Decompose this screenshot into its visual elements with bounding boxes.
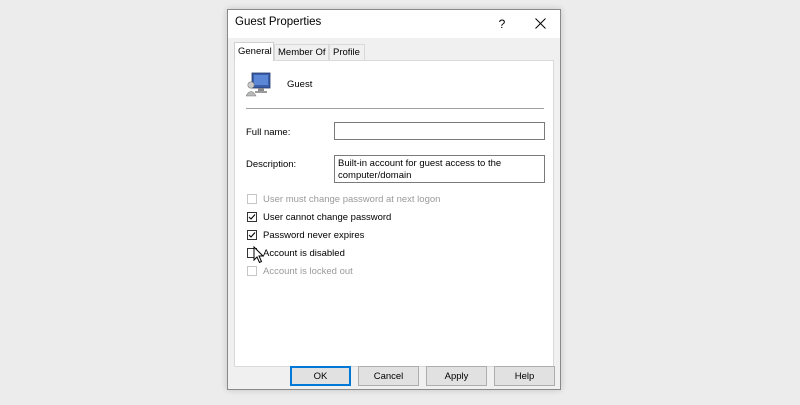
full-name-label: Full name: xyxy=(246,127,291,138)
checkmark-icon xyxy=(248,232,256,238)
guest-properties-dialog: Guest Properties ? General Member Of Pro… xyxy=(227,9,561,390)
password-never-expires-row: Password never expires xyxy=(247,229,364,241)
help-button[interactable]: Help xyxy=(494,366,555,386)
account-locked-out-label: Account is locked out xyxy=(263,265,353,277)
window-title: Guest Properties xyxy=(235,16,322,28)
must-change-password-checkbox[interactable] xyxy=(247,194,257,204)
checkmark-icon xyxy=(248,214,256,220)
ok-button[interactable]: OK xyxy=(290,366,351,386)
password-never-expires-checkbox[interactable] xyxy=(247,230,257,240)
account-locked-out-checkbox[interactable] xyxy=(247,266,257,276)
account-disabled-row: Account is disabled xyxy=(247,247,345,259)
must-change-password-row: User must change password at next logon xyxy=(247,193,440,205)
account-locked-out-row: Account is locked out xyxy=(247,265,353,277)
user-monitor-icon xyxy=(246,72,271,97)
description-input[interactable]: Built-in account for guest access to the… xyxy=(334,155,545,183)
cannot-change-password-label: User cannot change password xyxy=(263,211,392,223)
separator xyxy=(246,108,544,109)
tab-profile[interactable]: Profile xyxy=(329,44,365,60)
apply-button[interactable]: Apply xyxy=(426,366,487,386)
cancel-button[interactable]: Cancel xyxy=(358,366,419,386)
cannot-change-password-checkbox[interactable] xyxy=(247,212,257,222)
user-name: Guest xyxy=(287,79,313,90)
context-help-button[interactable]: ? xyxy=(490,12,514,36)
description-label: Description: xyxy=(246,159,297,170)
account-disabled-checkbox[interactable] xyxy=(247,248,257,258)
cannot-change-password-row: User cannot change password xyxy=(247,211,391,223)
account-disabled-label: Account is disabled xyxy=(263,247,345,259)
general-tab-panel: Guest Full name: Description: Built-in a… xyxy=(234,60,554,367)
tab-general[interactable]: General xyxy=(234,42,274,61)
password-never-expires-label: Password never expires xyxy=(263,229,365,241)
tab-member-of[interactable]: Member Of xyxy=(274,44,329,60)
full-name-input[interactable] xyxy=(334,122,545,140)
close-icon xyxy=(535,18,546,29)
must-change-password-label: User must change password at next logon xyxy=(263,193,441,205)
close-button[interactable] xyxy=(528,12,554,36)
title-bar: Guest Properties ? xyxy=(228,10,560,38)
